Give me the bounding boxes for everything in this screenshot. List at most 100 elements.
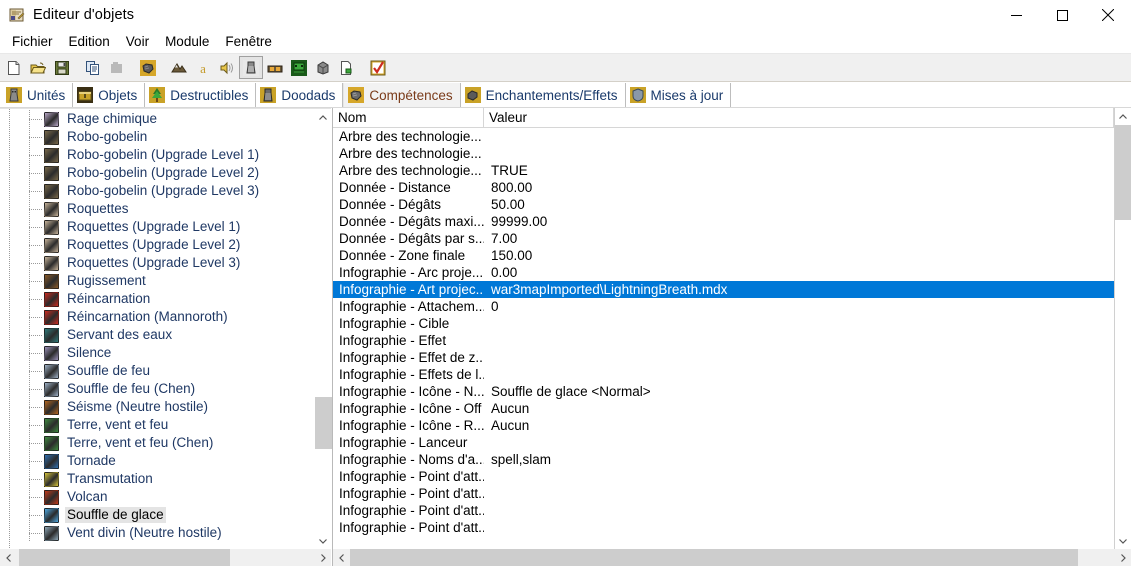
tree-item[interactable]: Robo-gobelin (Upgrade Level 2) [0,164,314,182]
tree-item[interactable]: Roquettes (Upgrade Level 2) [0,236,314,254]
scroll-right-arrow-icon[interactable] [1114,549,1131,566]
tab-unites[interactable]: Unités [2,83,74,107]
tree-horizontal-scrollbar[interactable] [0,549,331,566]
tree-item[interactable]: Souffle de feu [0,362,314,380]
close-button[interactable] [1085,0,1131,30]
tree-item[interactable]: Souffle de feu (Chen) [0,380,314,398]
tab-objets[interactable]: Objets [73,83,146,107]
tree-item[interactable]: Vent divin (Neutre hostile) [0,524,314,542]
tree-item[interactable]: Rugissement [0,272,314,290]
tree-item[interactable]: Silence [0,344,314,362]
scroll-left-arrow-icon[interactable] [0,549,17,566]
property-row[interactable]: Infographie - Art projec... war3mapImport… [333,281,1114,298]
menu-edition[interactable]: Edition [61,31,118,53]
property-row[interactable]: Donnée - Dégâts 50.00 [333,196,1114,213]
tree-item[interactable]: Volcan [0,488,314,506]
save-icon[interactable] [50,56,74,79]
property-row[interactable]: Arbre des technologie... [333,128,1114,145]
copy-icon[interactable] [81,56,105,79]
new-icon[interactable] [2,56,26,79]
property-row[interactable]: Infographie - Lanceur [333,434,1114,451]
property-row[interactable]: Infographie - Icône - R... Aucun [333,417,1114,434]
tree-hscroll-track[interactable] [17,549,314,566]
sound-editor-icon[interactable] [215,56,239,79]
minimize-button[interactable] [993,0,1039,30]
tree-item[interactable]: Tornade [0,452,314,470]
tree-hscroll-thumb[interactable] [19,549,230,566]
property-row[interactable]: Infographie - Attachem... 0 [333,298,1114,315]
tree-scroll-track[interactable] [315,126,332,532]
tree-item[interactable]: Souffle de glace [0,506,314,524]
ai-editor-icon[interactable] [287,56,311,79]
property-row[interactable]: Infographie - Point d'att... [333,468,1114,485]
abilities-module-icon[interactable] [136,56,160,79]
trigger-editor-icon[interactable]: a [191,56,215,79]
menu-voir[interactable]: Voir [118,31,157,53]
property-row[interactable]: Donnée - Dégâts par s... 7.00 [333,230,1114,247]
campaign-editor-icon[interactable] [263,56,287,79]
property-row[interactable]: Infographie - Effets de l... [333,366,1114,383]
property-row[interactable]: Arbre des technologie... TRUE [333,162,1114,179]
tree-item[interactable]: Terre, vent et feu [0,416,314,434]
property-row[interactable]: Infographie - Arc proje... 0.00 [333,264,1114,281]
tree-vertical-scrollbar[interactable] [314,109,332,549]
object-editor-icon-toolbar[interactable] [239,56,263,79]
tree-item[interactable]: Roquettes (Upgrade Level 3) [0,254,314,272]
property-row[interactable]: Donnée - Dégâts maxi... 99999.00 [333,213,1114,230]
column-header-nom[interactable]: Nom [333,108,484,127]
property-row[interactable]: Infographie - Effet [333,332,1114,349]
terrain-editor-icon[interactable] [167,56,191,79]
property-row[interactable]: Infographie - Cible [333,315,1114,332]
tree-item[interactable]: Réincarnation (Mannoroth) [0,308,314,326]
tree-item[interactable]: Servant des eaux [0,326,314,344]
property-row[interactable]: Arbre des technologie... [333,145,1114,162]
property-list[interactable]: Nom Valeur Arbre des technologie... Arbre… [333,108,1114,549]
property-row[interactable]: Infographie - Icône - N... Souffle de gla… [333,383,1114,400]
tree-item[interactable]: Réincarnation [0,290,314,308]
tree-item[interactable]: Roquettes (Upgrade Level 1) [0,218,314,236]
property-row[interactable]: Donnée - Zone finale 150.00 [333,247,1114,264]
menu-fichier[interactable]: Fichier [4,31,61,53]
tree-item[interactable]: Roquettes [0,200,314,218]
property-row[interactable]: Infographie - Noms d'a... spell,slam [333,451,1114,468]
property-row[interactable]: Infographie - Point d'att... [333,519,1114,536]
tree-item[interactable]: Robo-gobelin (Upgrade Level 3) [0,182,314,200]
property-row[interactable]: Infographie - Point d'att... [333,502,1114,519]
property-row[interactable]: Donnée - Distance 800.00 [333,179,1114,196]
property-horizontal-scrollbar[interactable] [333,549,1131,566]
tab-enchantements-effets[interactable]: Enchantements/Effets [460,83,626,107]
object-manager-icon[interactable] [311,56,335,79]
scroll-up-arrow-icon[interactable] [315,109,331,126]
column-header-valeur[interactable]: Valeur [484,108,1114,127]
tree-item[interactable]: Robo-gobelin [0,128,314,146]
tab-destructibles[interactable]: Destructibles [145,83,257,107]
tree-item[interactable]: Robo-gobelin (Upgrade Level 1) [0,146,314,164]
menu-module[interactable]: Module [157,31,217,53]
tab-mises-a-jour[interactable]: Mises à jour [625,83,732,107]
test-map-icon[interactable] [366,56,390,79]
tab-competences[interactable]: Compétences [343,83,461,107]
scroll-down-arrow-icon[interactable] [315,532,331,549]
tree-item[interactable]: Séisme (Neutre hostile) [0,398,314,416]
property-hscroll-thumb[interactable] [350,549,1078,566]
scroll-down-arrow-icon[interactable] [1115,532,1131,549]
property-scroll-track[interactable] [1115,125,1131,532]
paste-icon[interactable] [105,56,129,79]
property-vertical-scrollbar[interactable] [1114,108,1131,549]
tree-item[interactable]: Rage chimique [0,110,314,128]
property-scroll-thumb[interactable] [1115,125,1131,220]
scroll-up-arrow-icon[interactable] [1115,108,1131,125]
import-manager-icon[interactable] [335,56,359,79]
tree-item[interactable]: Transmutation [0,470,314,488]
property-row[interactable]: Infographie - Icône - Off Aucun [333,400,1114,417]
menu-fenetre[interactable]: Fenêtre [217,31,280,53]
open-icon[interactable] [26,56,50,79]
scroll-right-arrow-icon[interactable] [314,549,331,566]
property-row[interactable]: Infographie - Effet de z... [333,349,1114,366]
scroll-left-arrow-icon[interactable] [333,549,350,566]
tab-doodads[interactable]: Doodads [256,83,344,107]
property-row[interactable]: Infographie - Point d'att... [333,485,1114,502]
maximize-button[interactable] [1039,0,1085,30]
ability-tree[interactable]: Rage chimique Robo-gobelin Robo-gobelin (U… [0,109,314,549]
tree-item[interactable]: Terre, vent et feu (Chen) [0,434,314,452]
